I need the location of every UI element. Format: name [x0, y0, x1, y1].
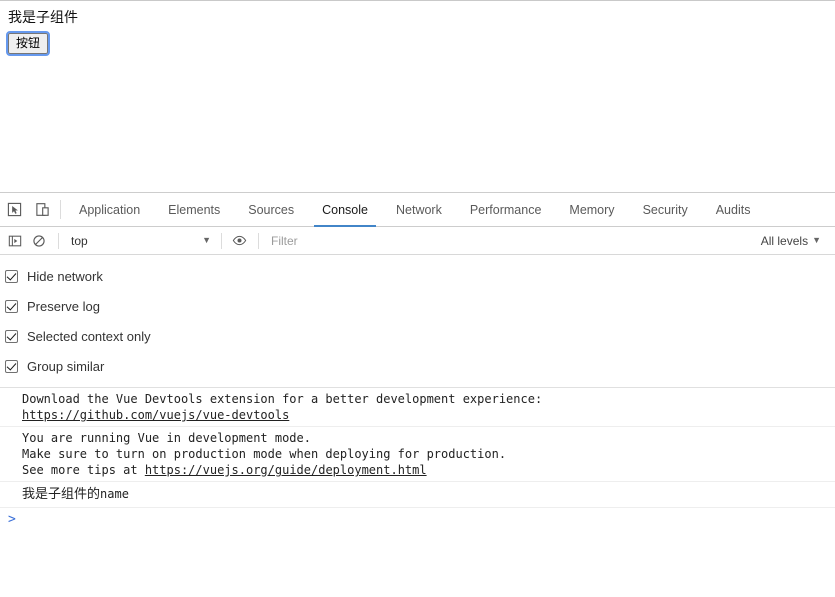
- log-level-label: All levels: [760, 233, 809, 248]
- tab-network[interactable]: Network: [382, 193, 456, 226]
- page-viewport: 我是子组件 按钮: [0, 0, 835, 192]
- console-prompt-input[interactable]: [22, 512, 835, 528]
- page-action-button[interactable]: 按钮: [5, 31, 51, 56]
- console-message: You are running Vue in development mode.…: [0, 427, 835, 482]
- message-text: See more tips at: [22, 463, 145, 477]
- tab-sources[interactable]: Sources: [234, 193, 308, 226]
- checkbox-icon[interactable]: [5, 329, 18, 343]
- setting-group-similar[interactable]: Group similar: [0, 351, 835, 381]
- toolbar-divider-2: [221, 232, 222, 249]
- chevron-down-icon: ▼: [812, 235, 821, 245]
- message-text: You are running Vue in development mode.: [22, 431, 311, 445]
- prompt-caret-icon: >: [8, 512, 16, 527]
- checkbox-icon[interactable]: [5, 269, 18, 283]
- tabstrip-divider: [60, 200, 61, 219]
- console-settings-pane: Hide network Preserve log Selected conte…: [0, 255, 835, 388]
- message-text-mono: name: [100, 487, 129, 501]
- devtools-tabs: Application Elements Sources Console Net…: [65, 193, 835, 227]
- checkbox-icon[interactable]: [5, 299, 18, 313]
- devtools-tool-icons: [0, 193, 58, 226]
- message-line: See more tips at https://vuejs.org/guide…: [0, 462, 835, 478]
- setting-label: Group similar: [27, 358, 105, 374]
- clear-console-icon[interactable]: [28, 230, 50, 252]
- page-title: 我是子组件: [8, 10, 78, 26]
- console-prompt-row[interactable]: >: [0, 508, 835, 532]
- devtools-tabstrip: Application Elements Sources Console Net…: [0, 193, 835, 227]
- message-line: https://github.com/vuejs/vue-devtools: [0, 407, 835, 423]
- message-text: Make sure to turn on production mode whe…: [22, 447, 507, 461]
- setting-selected-context-only[interactable]: Selected context only: [0, 321, 835, 351]
- devtools-panel: Application Elements Sources Console Net…: [0, 192, 835, 597]
- console-toolbar: top ▼ All levels ▼: [0, 227, 835, 255]
- tab-memory[interactable]: Memory: [555, 193, 628, 226]
- console-filter-input[interactable]: [265, 230, 753, 251]
- setting-preserve-log[interactable]: Preserve log: [0, 291, 835, 321]
- log-level-select[interactable]: All levels ▼: [753, 234, 831, 248]
- checkbox-icon[interactable]: [5, 359, 18, 373]
- vue-devtools-link[interactable]: https://github.com/vuejs/vue-devtools: [22, 408, 289, 422]
- tab-audits[interactable]: Audits: [702, 193, 765, 226]
- devtools-screenshot-root: 我是子组件 按钮 Application Elements Sources Co…: [0, 0, 835, 597]
- tab-application[interactable]: Application: [65, 193, 154, 226]
- setting-label: Hide network: [27, 268, 103, 284]
- setting-label: Preserve log: [27, 298, 100, 314]
- live-expression-eye-icon[interactable]: [228, 230, 250, 252]
- message-text: 我是子组件的: [22, 487, 101, 502]
- console-message: Download the Vue Devtools extension for …: [0, 388, 835, 427]
- message-line: 我是子组件的name: [0, 485, 835, 504]
- execution-context-value: top: [71, 233, 88, 248]
- chevron-down-icon: ▼: [202, 235, 211, 245]
- vue-deployment-link[interactable]: https://vuejs.org/guide/deployment.html: [145, 463, 427, 477]
- message-text: Download the Vue Devtools extension for …: [22, 392, 543, 406]
- show-console-sidebar-icon[interactable]: [4, 230, 26, 252]
- inspect-element-icon[interactable]: [4, 200, 24, 220]
- tab-elements[interactable]: Elements: [154, 193, 234, 226]
- setting-hide-network[interactable]: Hide network: [0, 261, 835, 291]
- device-toolbar-icon[interactable]: [32, 200, 52, 220]
- toolbar-divider-1: [58, 232, 59, 249]
- tab-console[interactable]: Console: [308, 193, 382, 227]
- setting-label: Selected context only: [27, 328, 151, 344]
- toolbar-divider-3: [258, 232, 259, 249]
- console-message-list: Download the Vue Devtools extension for …: [0, 388, 835, 597]
- tab-security[interactable]: Security: [629, 193, 702, 226]
- execution-context-select[interactable]: top ▼: [65, 231, 215, 251]
- tab-performance[interactable]: Performance: [456, 193, 556, 226]
- console-message: 我是子组件的name: [0, 482, 835, 508]
